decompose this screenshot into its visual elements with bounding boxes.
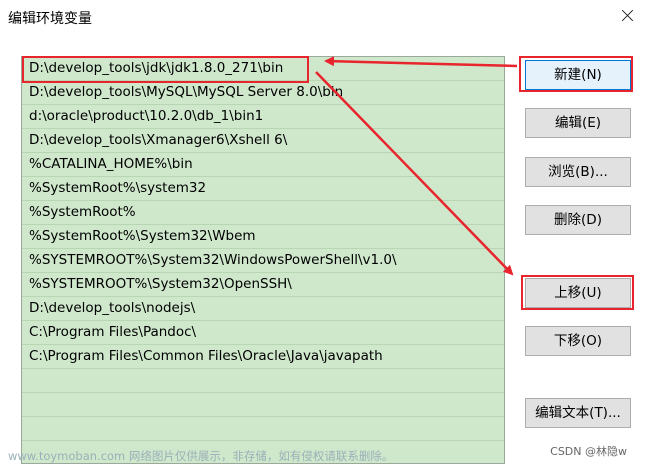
credit-text: CSDN @林隐w	[550, 445, 627, 458]
arrow-to-new-entry	[324, 56, 518, 68]
watermark-text: www.toymoban.com 网络图片仅供展示，非存储，如有侵权请联系删除。	[8, 449, 394, 463]
arrow-to-move-up	[315, 71, 514, 276]
annotation-arrows	[315, 56, 518, 276]
